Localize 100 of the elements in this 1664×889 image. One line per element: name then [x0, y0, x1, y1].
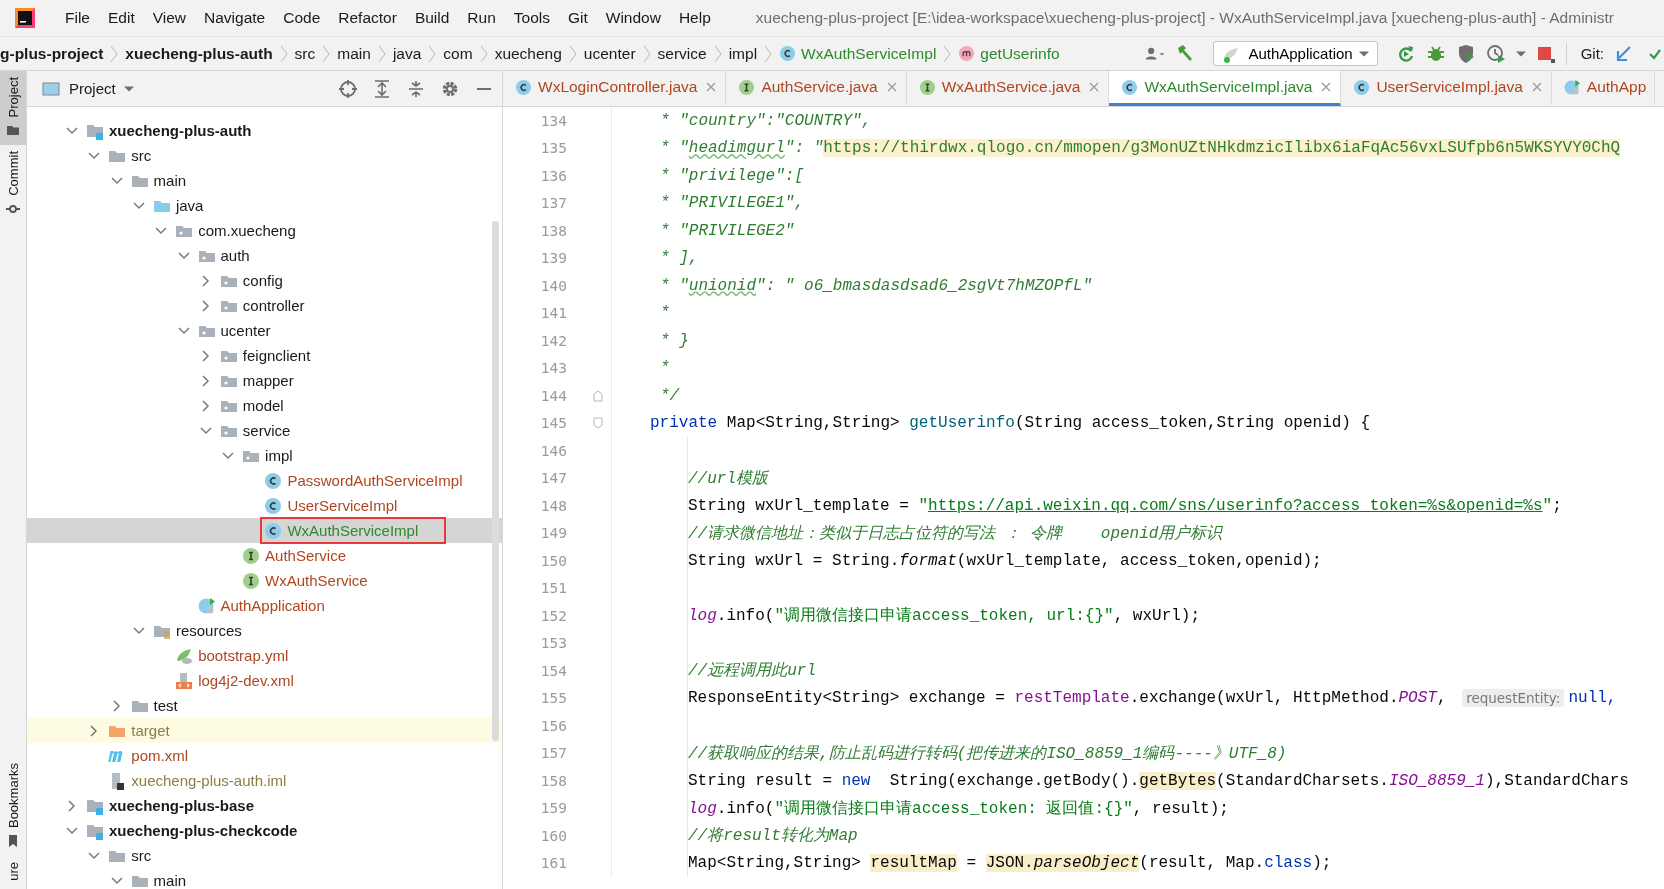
tree-row[interactable]: xuecheng-plus-checkcode	[27, 818, 502, 843]
tree-row[interactable]: xuecheng-plus-auth.iml	[27, 768, 502, 793]
line-number: 145	[539, 415, 567, 432]
tree-row[interactable]: ucenter	[27, 318, 502, 343]
menu-item[interactable]: Help	[669, 9, 720, 27]
arrow-icon[interactable]	[1614, 43, 1634, 64]
tree-row[interactable]: main	[27, 168, 502, 193]
doc-comment-text: * "PRIVILEGE2"	[660, 221, 795, 240]
caret-icon[interactable]	[1515, 50, 1526, 57]
menu-item[interactable]: Run	[458, 9, 505, 27]
tree-row[interactable]: model	[27, 393, 502, 418]
tree-row[interactable]: java	[27, 193, 502, 218]
breadcrumb-item[interactable]: src	[294, 44, 316, 63]
tool-window-button[interactable]: Project	[0, 71, 26, 146]
menu-item[interactable]: Git	[558, 9, 597, 27]
editor-tab[interactable]: WxAuthServiceImpl.java	[1109, 71, 1342, 106]
menu-item[interactable]: View	[143, 9, 196, 27]
tree-row[interactable]: xuecheng-plus-auth	[27, 118, 502, 143]
tool-window-button[interactable]: Commit	[0, 145, 26, 225]
tree-row[interactable]: controller	[27, 293, 502, 318]
tree-row[interactable]: auth	[27, 243, 502, 268]
breadcrumb-item[interactable]: WxAuthServiceImpl	[779, 44, 937, 63]
code-text: log.info("调用微信接口申请access_token, url:{}", wxUrl);	[688, 606, 1201, 627]
line-number: 137	[539, 195, 567, 212]
breadcrumb-item[interactable]: xuecheng	[494, 44, 562, 63]
scrollbar[interactable]	[492, 221, 499, 741]
tree-item-label: WxAuthServiceImpl	[287, 522, 419, 539]
menu-item[interactable]: Refactor	[329, 9, 406, 27]
line-number: 157	[539, 745, 567, 762]
breadcrumb-separator-icon	[943, 43, 952, 64]
breadcrumb-item[interactable]: getUserinfo	[958, 44, 1060, 63]
tree-row[interactable]: src	[27, 143, 502, 168]
close-icon[interactable]	[1530, 81, 1543, 93]
breadcrumb-item[interactable]: com	[443, 44, 473, 63]
breadcrumb-item[interactable]: java	[392, 44, 422, 63]
tree-row[interactable]: mapper	[27, 368, 502, 393]
code-comment: //远程调用此url	[688, 661, 816, 682]
profiler-icon[interactable]	[1485, 43, 1506, 64]
tree-row[interactable]: main	[27, 868, 502, 889]
tree-item-label: main	[153, 172, 187, 189]
tree-row[interactable]: target	[27, 718, 502, 743]
crosshair-icon[interactable]	[338, 78, 358, 99]
close-icon[interactable]	[1088, 81, 1101, 93]
menu-item[interactable]: File	[56, 9, 99, 27]
tree-row[interactable]: UserServiceImpl	[27, 493, 502, 518]
tree-item-label: src	[131, 847, 152, 864]
doc-comment-text: * "country":"COUNTRY",	[660, 111, 872, 130]
close-icon[interactable]	[705, 81, 718, 93]
tree-row[interactable]: bootstrap.yml	[27, 643, 502, 668]
tree-row[interactable]: PasswordAuthServiceImpl	[27, 468, 502, 493]
tree-item-label: resources	[175, 622, 242, 639]
code-text: private Map<String,String> getUserinfo(String access_token,String openid) {	[650, 414, 1371, 433]
tree-row[interactable]: AuthService	[27, 543, 502, 568]
tree-row[interactable]: AuthApplication	[27, 593, 502, 618]
breadcrumb-item[interactable]: service	[657, 44, 707, 63]
line-number: 146	[539, 442, 567, 459]
tree-row[interactable]: service	[27, 418, 502, 443]
tree-row[interactable]: resources	[27, 618, 502, 643]
tree-row[interactable]: WxAuthService	[27, 568, 502, 593]
breadcrumb-item[interactable]: impl	[728, 44, 758, 63]
tree-row[interactable]: config	[27, 268, 502, 293]
tool-window-button[interactable]: ure	[0, 856, 26, 889]
breadcrumb-item[interactable]: ucenter	[583, 44, 636, 63]
caret-icon[interactable]	[123, 85, 134, 92]
breadcrumb-item[interactable]: xuecheng-plus-auth	[125, 44, 273, 63]
tree-row[interactable]: test	[27, 693, 502, 718]
tree-row[interactable]: pom.xml	[27, 743, 502, 768]
editor-tab[interactable]: UserServiceImpl.java	[1341, 71, 1552, 106]
tree-row[interactable]: com.xuecheng	[27, 218, 502, 243]
tool-window-button[interactable]: Bookmarks	[0, 757, 26, 857]
tree-row[interactable]: feignclient	[27, 343, 502, 368]
close-icon[interactable]	[1320, 81, 1333, 93]
breadcrumb-item[interactable]: main	[337, 44, 371, 63]
tree-row[interactable]: xuecheng-plus-base	[27, 793, 502, 818]
code-text: String wxUrl = String.format(wxUrl_template, access_token,openid);	[688, 551, 1322, 570]
menu-item[interactable]: Edit	[99, 9, 144, 27]
tree-item-label: xuecheng-plus-auth.iml	[131, 772, 287, 789]
editor-tab[interactable]: AuthApp	[1551, 71, 1656, 106]
menu-item[interactable]: Tools	[504, 9, 559, 27]
editor-tab[interactable]: WxLoginController.java	[503, 71, 727, 106]
code-link[interactable]: https://thirdwx.qlogo.cn/mmopen/g3MonUZtNHkdmzicIlibx6iaFqAc56vxLSUfpb6n5WKSYVY0ChQ	[823, 139, 1621, 158]
doc-comment-text: *	[660, 304, 670, 323]
breadcrumb-item[interactable]: g-plus-project	[0, 44, 104, 63]
close-icon[interactable]	[885, 81, 898, 93]
tree-row[interactable]: src	[27, 843, 502, 868]
menu-item[interactable]: Navigate	[195, 9, 275, 27]
menu-item[interactable]: Window	[596, 9, 670, 27]
menu-item[interactable]: Code	[274, 9, 330, 27]
run-configuration-dropdown[interactable]: AuthApplication	[1213, 41, 1378, 66]
doc-comment-text: *	[660, 359, 670, 378]
collapse-all-icon[interactable]	[406, 78, 426, 99]
expand-all-icon[interactable]	[372, 78, 392, 99]
tree-item-label: AuthApplication	[220, 597, 325, 614]
menu-item[interactable]: Build	[405, 9, 459, 27]
tree-row[interactable]: impl	[27, 443, 502, 468]
line-number: 154	[539, 662, 567, 679]
code-link[interactable]: https://api.weixin.qq.com/sns/userinfo?access_token=%s&openid=%s	[928, 496, 1543, 515]
fold-start-icon[interactable]	[593, 417, 603, 430]
editor-tab[interactable]: AuthService.java	[726, 71, 907, 106]
tree-row[interactable]: log4j2-dev.xml	[27, 668, 502, 693]
